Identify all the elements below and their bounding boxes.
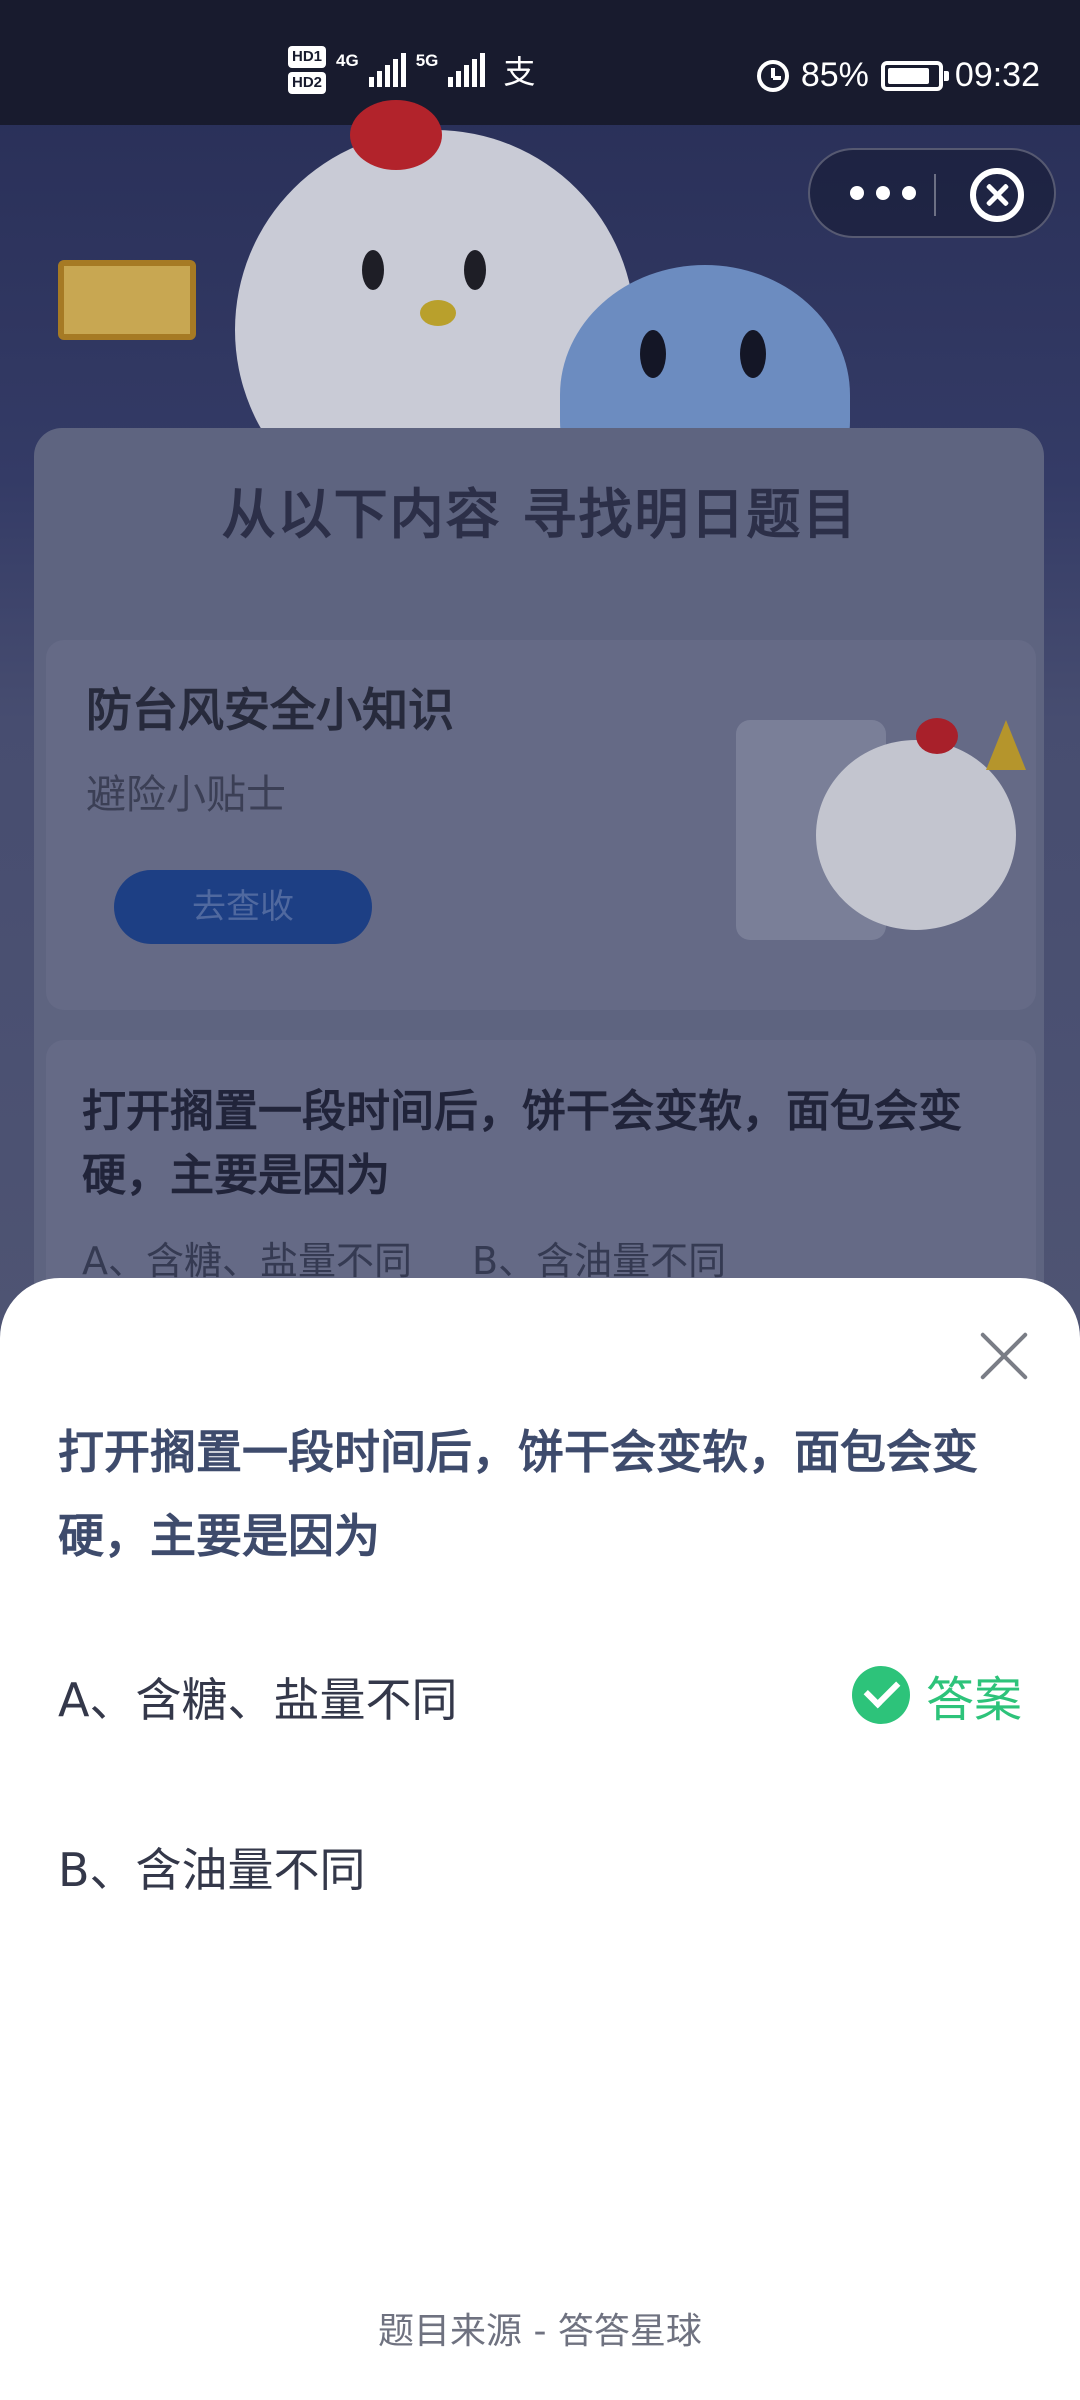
answer-sheet: 打开搁置一段时间后，饼干会变软，面包会变硬，主要是因为 A、含糖、盐量不同 答案… — [0, 1278, 1080, 2400]
hd1-label: HD1 — [288, 46, 327, 68]
clock: 09:32 — [954, 56, 1040, 94]
alarm-icon — [756, 59, 789, 92]
task-title: 防台风安全小知识 — [86, 683, 454, 737]
network-5g-label: 5G — [415, 51, 439, 70]
alien-eye — [640, 330, 666, 378]
question-card-option-a: A、含糖、盐量不同 — [82, 1239, 412, 1283]
mini-program-capsule — [808, 148, 1056, 238]
chick-eye — [464, 250, 486, 290]
status-right: 85% 09:32 — [756, 56, 1040, 95]
battery-percent: 85% — [800, 56, 869, 94]
hd-indicator: HD1 HD2 — [288, 46, 327, 94]
question-card-option-b: B、含油量不同 — [472, 1239, 727, 1283]
question-card-options: A、含糖、盐量不同 B、含油量不同 — [82, 1230, 726, 1285]
illustration-spark — [986, 720, 1026, 770]
battery-icon — [880, 60, 949, 91]
task-illustration — [686, 680, 1026, 970]
status-bar: HD1 HD2 4G 5G 支 85% 09:32 — [0, 0, 1080, 125]
question-card-text: 打开搁置一段时间后，饼干会变软，面包会变硬，主要是因为 — [82, 1086, 962, 1201]
check-icon — [851, 1666, 910, 1724]
panel-heading: 从以下内容 寻找明日题目 — [221, 483, 859, 546]
hd2-label: HD2 — [288, 72, 327, 94]
more-dots-icon[interactable] — [850, 186, 916, 200]
collect-button[interactable]: 去查收 — [114, 870, 372, 944]
signal-icon — [448, 53, 486, 87]
close-circle-icon[interactable] — [970, 168, 1024, 222]
sheet-question: 打开搁置一段时间后，饼干会变软，面包会变硬，主要是因为 — [58, 1425, 978, 1563]
capsule-divider — [934, 174, 936, 216]
signal-icon — [368, 53, 406, 87]
question-source: 题目来源 - 答答星球 — [378, 2311, 702, 2352]
alipay-icon: 支 — [503, 54, 536, 90]
task-card: 防台风安全小知识 避险小贴士 去查收 — [46, 640, 1036, 1010]
alien-eye — [740, 330, 766, 378]
option-b[interactable]: B、含油量不同 — [58, 1824, 1018, 1904]
chick-eye — [362, 250, 384, 290]
network-4g-label: 4G — [336, 51, 359, 70]
chick-beak — [420, 300, 456, 326]
answer-mark: 答案 — [851, 1660, 1022, 1730]
medal-frame-decoration — [58, 260, 196, 340]
illustration-chick-comb — [916, 718, 958, 754]
option-a[interactable]: A、含糖、盐量不同 答案 — [58, 1654, 1022, 1734]
option-b-label: B、含油量不同 — [58, 1843, 366, 1897]
answer-label: 答案 — [925, 1672, 1022, 1728]
option-a-label: A、含糖、盐量不同 — [58, 1673, 458, 1727]
chick-comb — [350, 100, 442, 170]
status-left: HD1 HD2 4G 5G 支 — [288, 46, 535, 94]
close-icon[interactable] — [978, 1330, 1030, 1382]
task-subtitle: 避险小贴士 — [86, 772, 286, 818]
